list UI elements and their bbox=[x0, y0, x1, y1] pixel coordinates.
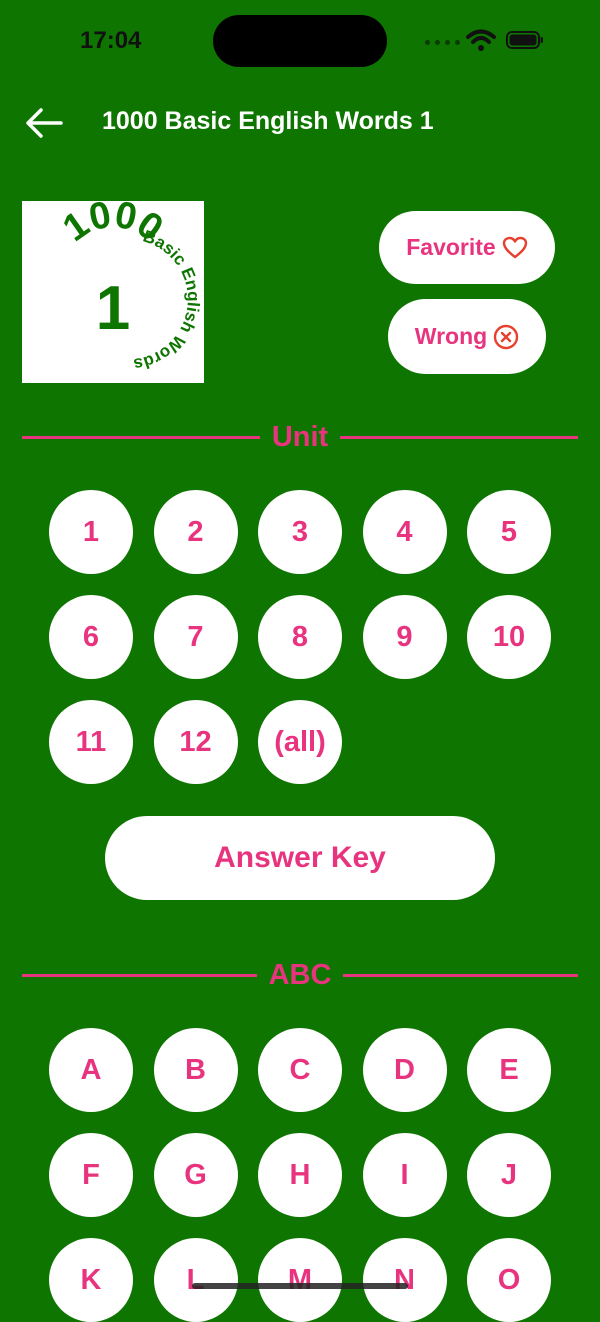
unit-heading: Unit bbox=[271, 420, 329, 453]
divider-line bbox=[22, 973, 257, 977]
nav-header: 1000 Basic English Words 1 bbox=[0, 95, 600, 151]
wrong-label: Wrong bbox=[414, 323, 488, 349]
divider-line bbox=[343, 973, 578, 977]
favorite-button[interactable]: Favorite bbox=[379, 211, 555, 284]
logo-arc-text: Basic English Words bbox=[132, 227, 203, 375]
unit-button[interactable]: 2 bbox=[153, 490, 238, 574]
wrong-button[interactable]: Wrong bbox=[388, 299, 546, 374]
letter-button[interactable]: O bbox=[467, 1238, 551, 1322]
logo-center-text: 1 bbox=[96, 274, 130, 343]
letter-button[interactable]: D bbox=[362, 1028, 447, 1112]
unit-section-divider: Unit bbox=[22, 417, 578, 457]
answer-key-button[interactable]: Answer Key bbox=[105, 816, 495, 900]
letter-button[interactable]: N bbox=[362, 1238, 447, 1322]
unit-button[interactable]: 4 bbox=[362, 490, 447, 574]
letter-button[interactable]: B bbox=[153, 1028, 238, 1112]
dynamic-island bbox=[213, 15, 387, 67]
back-button[interactable] bbox=[20, 103, 68, 143]
abc-heading: ABC bbox=[268, 958, 332, 991]
page-title: 1000 Basic English Words 1 bbox=[102, 107, 434, 135]
unit-button[interactable]: 11 bbox=[49, 700, 133, 784]
letter-button[interactable]: H bbox=[258, 1133, 342, 1217]
unit-button[interactable]: 12 bbox=[153, 700, 238, 784]
letter-button[interactable]: E bbox=[467, 1028, 551, 1112]
letter-button[interactable]: J bbox=[467, 1133, 551, 1217]
arrow-left-icon bbox=[26, 108, 63, 138]
battery-icon bbox=[506, 31, 543, 49]
letter-button[interactable]: L bbox=[153, 1238, 238, 1322]
x-circle-icon bbox=[494, 324, 519, 349]
letter-button[interactable]: I bbox=[362, 1133, 447, 1217]
unit-button[interactable]: 1 bbox=[49, 490, 133, 574]
wifi-icon bbox=[466, 29, 496, 51]
unit-all-button[interactable]: (all) bbox=[258, 700, 342, 784]
unit-button[interactable]: 7 bbox=[153, 595, 238, 679]
letter-button[interactable]: A bbox=[49, 1028, 133, 1112]
unit-button[interactable]: 6 bbox=[49, 595, 133, 679]
letter-button[interactable]: K bbox=[49, 1238, 133, 1322]
unit-button[interactable]: 10 bbox=[467, 595, 551, 679]
unit-button[interactable]: 5 bbox=[467, 490, 551, 574]
app-logo: 1000 1 Basic English Words bbox=[22, 194, 204, 383]
unit-grid: 1 2 3 4 5 6 7 8 9 10 11 12 (all) bbox=[49, 490, 551, 784]
status-bar: 17:04 bbox=[0, 0, 600, 80]
favorite-label: Favorite bbox=[406, 234, 496, 260]
divider-line bbox=[22, 435, 260, 439]
letter-grid: A B C D E F G H I J K L M N O bbox=[49, 1028, 551, 1322]
unit-button[interactable]: 8 bbox=[258, 595, 342, 679]
letter-button[interactable]: C bbox=[258, 1028, 342, 1112]
cellular-signal-icon bbox=[425, 40, 461, 48]
letter-button[interactable]: F bbox=[49, 1133, 133, 1217]
status-time: 17:04 bbox=[80, 27, 142, 54]
abc-section-divider: ABC bbox=[22, 955, 578, 995]
heart-icon bbox=[502, 236, 527, 258]
letter-button[interactable]: G bbox=[153, 1133, 238, 1217]
unit-button[interactable]: 3 bbox=[258, 490, 342, 574]
letter-button[interactable]: M bbox=[258, 1238, 342, 1322]
home-indicator[interactable] bbox=[192, 1283, 408, 1289]
logo-graphic: 1000 1 Basic English Words bbox=[56, 194, 203, 375]
divider-line bbox=[340, 435, 578, 439]
unit-button[interactable]: 9 bbox=[362, 595, 447, 679]
